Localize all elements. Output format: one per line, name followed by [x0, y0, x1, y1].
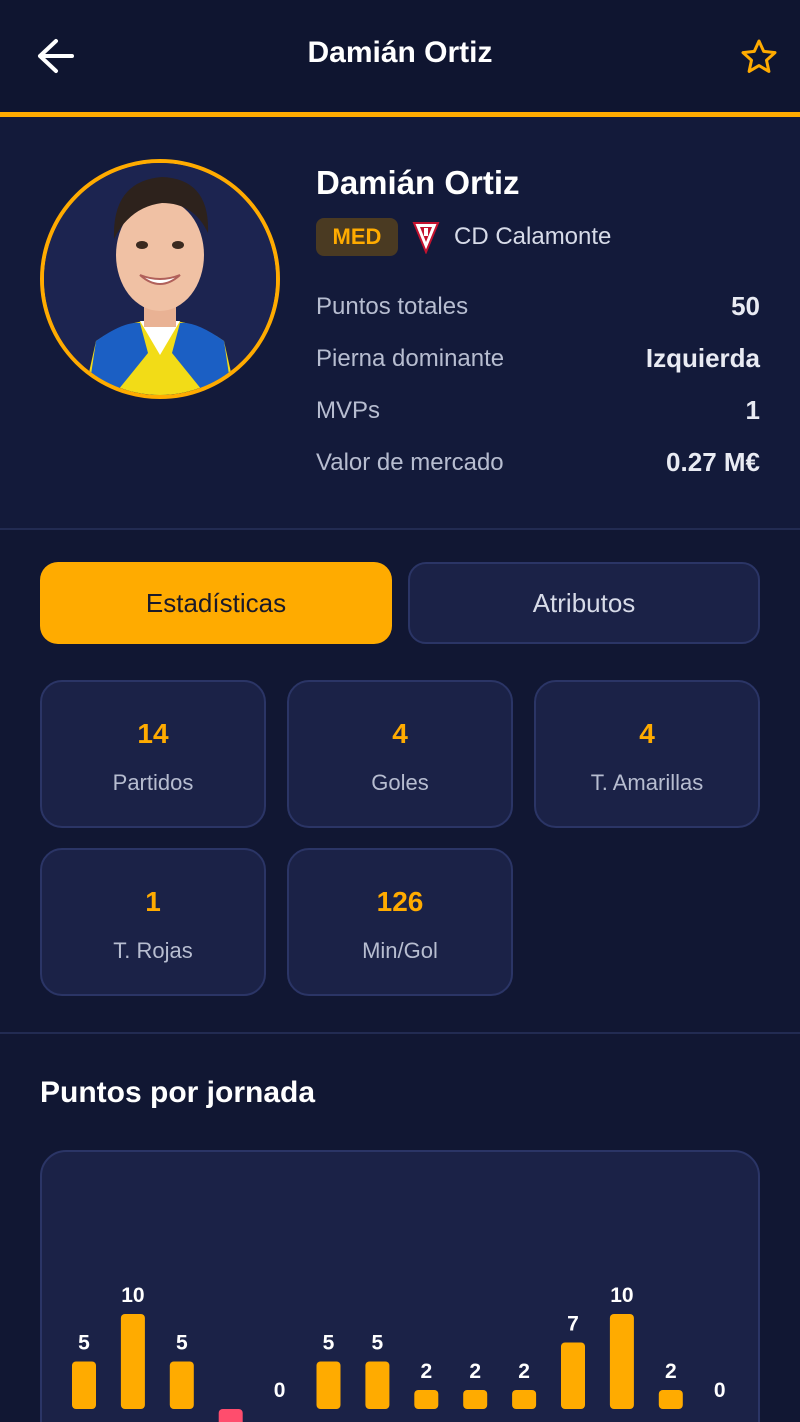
page-title: Damián Ortiz — [307, 36, 493, 69]
chart-bar — [512, 1390, 537, 1409]
club-crest-icon — [412, 220, 440, 255]
chart-bar — [561, 1342, 585, 1409]
favorite-button[interactable] — [740, 38, 778, 76]
info-row-market-value: Valor de mercado 0.27 M€ — [316, 443, 760, 483]
points-chart-svg: 5 10 5 0 5 5 2 2 2 7 10 2 0 — [72, 1284, 726, 1422]
section-divider — [0, 528, 800, 530]
info-value: 50 — [731, 291, 760, 321]
stat-value: 126 — [376, 886, 424, 917]
stat-label: Min/Gol — [362, 938, 438, 963]
stat-card-min-gol: 126 Min/Gol — [287, 848, 513, 996]
chart-bar — [658, 1390, 683, 1409]
chart-bar — [609, 1314, 634, 1409]
info-value: 1 — [745, 395, 760, 425]
chart-value-label: 2 — [518, 1360, 530, 1383]
chart-value-label: 0 — [714, 1379, 726, 1402]
info-value: Izquierda — [645, 343, 760, 373]
stat-value: 1 — [145, 886, 161, 917]
info-row-total-points: Puntos totales 50 — [316, 287, 760, 327]
player-photo — [44, 163, 276, 395]
tab-atributos[interactable]: Atributos — [408, 562, 760, 644]
stat-card-amarillas: 4 T. Amarillas — [534, 680, 760, 828]
arrow-left-icon — [38, 39, 74, 73]
player-name: Damián Ortiz — [316, 164, 520, 201]
club-name: CD Calamonte — [454, 223, 612, 250]
stat-label: T. Amarillas — [590, 770, 704, 795]
chart-value-label: 5 — [372, 1332, 384, 1355]
points-chart: 5 10 5 0 5 5 2 2 2 7 10 2 0 — [40, 1150, 760, 1422]
chart-bar — [365, 1361, 390, 1409]
info-label: Puntos totales — [316, 293, 469, 320]
chart-value-label: 10 — [121, 1284, 144, 1307]
stat-label: Partidos — [112, 770, 194, 795]
stat-value: 4 — [392, 718, 408, 749]
chart-bar — [463, 1390, 488, 1409]
chart-value-label: 2 — [420, 1360, 432, 1383]
top-bar: Damián Ortiz — [0, 0, 800, 117]
stat-label: T. Rojas — [113, 938, 193, 963]
chart-value-label: 2 — [665, 1360, 677, 1383]
section-divider — [0, 1032, 800, 1034]
stat-value: 4 — [639, 718, 655, 749]
stat-value: 14 — [137, 718, 169, 749]
chart-value-label: 5 — [176, 1332, 188, 1355]
chart-value-label: 5 — [323, 1332, 335, 1355]
info-value: 0.27 M€ — [666, 447, 760, 477]
chart-value-label: 10 — [610, 1284, 633, 1307]
info-label: MVPs — [316, 397, 381, 424]
position-badge: MED — [316, 218, 398, 256]
stat-card-partidos: 14 Partidos — [40, 680, 266, 828]
info-label: Valor de mercado — [316, 449, 504, 476]
info-row-mvps: MVPs 1 — [316, 391, 760, 431]
chart-value-label: 0 — [274, 1379, 286, 1402]
points-section-title: Puntos por jornada — [40, 1076, 316, 1109]
chart-bar — [120, 1314, 145, 1409]
back-button[interactable] — [36, 38, 76, 74]
chart-bar — [218, 1409, 243, 1422]
chart-bar — [72, 1361, 96, 1409]
player-avatar — [40, 159, 280, 399]
chart-value-label: 5 — [78, 1332, 90, 1355]
stat-card-rojas: 1 T. Rojas — [40, 848, 266, 996]
chart-value-label: 2 — [469, 1360, 481, 1383]
chart-bar — [316, 1361, 341, 1409]
info-row-dominant-leg: Pierna dominante Izquierda — [316, 339, 760, 379]
star-outline-icon — [741, 39, 777, 73]
stat-label: Goles — [371, 770, 429, 795]
chart-value-label: 7 — [567, 1313, 579, 1336]
tab-estadisticas[interactable]: Estadísticas — [40, 562, 392, 644]
stat-card-goles: 4 Goles — [287, 680, 513, 828]
chart-bar — [414, 1390, 439, 1409]
info-label: Pierna dominante — [316, 345, 505, 372]
chart-bar — [169, 1361, 194, 1409]
